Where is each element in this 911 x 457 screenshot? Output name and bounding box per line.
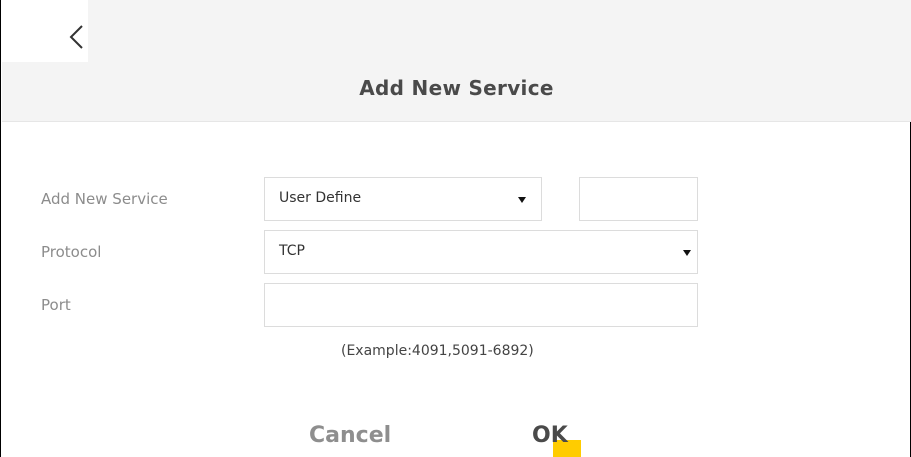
chevron-down-icon bbox=[518, 197, 526, 203]
service-select-value: User Define bbox=[279, 190, 362, 206]
service-name-input[interactable] bbox=[579, 177, 698, 221]
dialog-header: Add New Service bbox=[2, 0, 911, 122]
chevron-left-icon[interactable] bbox=[66, 24, 88, 50]
port-input[interactable] bbox=[264, 283, 698, 327]
port-example-hint: (Example:4091,5091-6892) bbox=[341, 343, 534, 359]
ok-button[interactable]: OK bbox=[532, 423, 568, 448]
protocol-select[interactable]: TCP bbox=[264, 230, 698, 274]
protocol-select-value: TCP bbox=[279, 243, 305, 259]
protocol-label: Protocol bbox=[41, 243, 102, 261]
service-select[interactable]: User Define bbox=[264, 177, 542, 221]
port-label: Port bbox=[41, 296, 71, 314]
chevron-down-icon bbox=[683, 250, 691, 256]
dialog-frame: Add New Service Add New Service User Def… bbox=[0, 0, 911, 457]
page-title: Add New Service bbox=[359, 76, 554, 100]
service-label: Add New Service bbox=[41, 190, 168, 208]
cancel-button[interactable]: Cancel bbox=[309, 423, 398, 448]
